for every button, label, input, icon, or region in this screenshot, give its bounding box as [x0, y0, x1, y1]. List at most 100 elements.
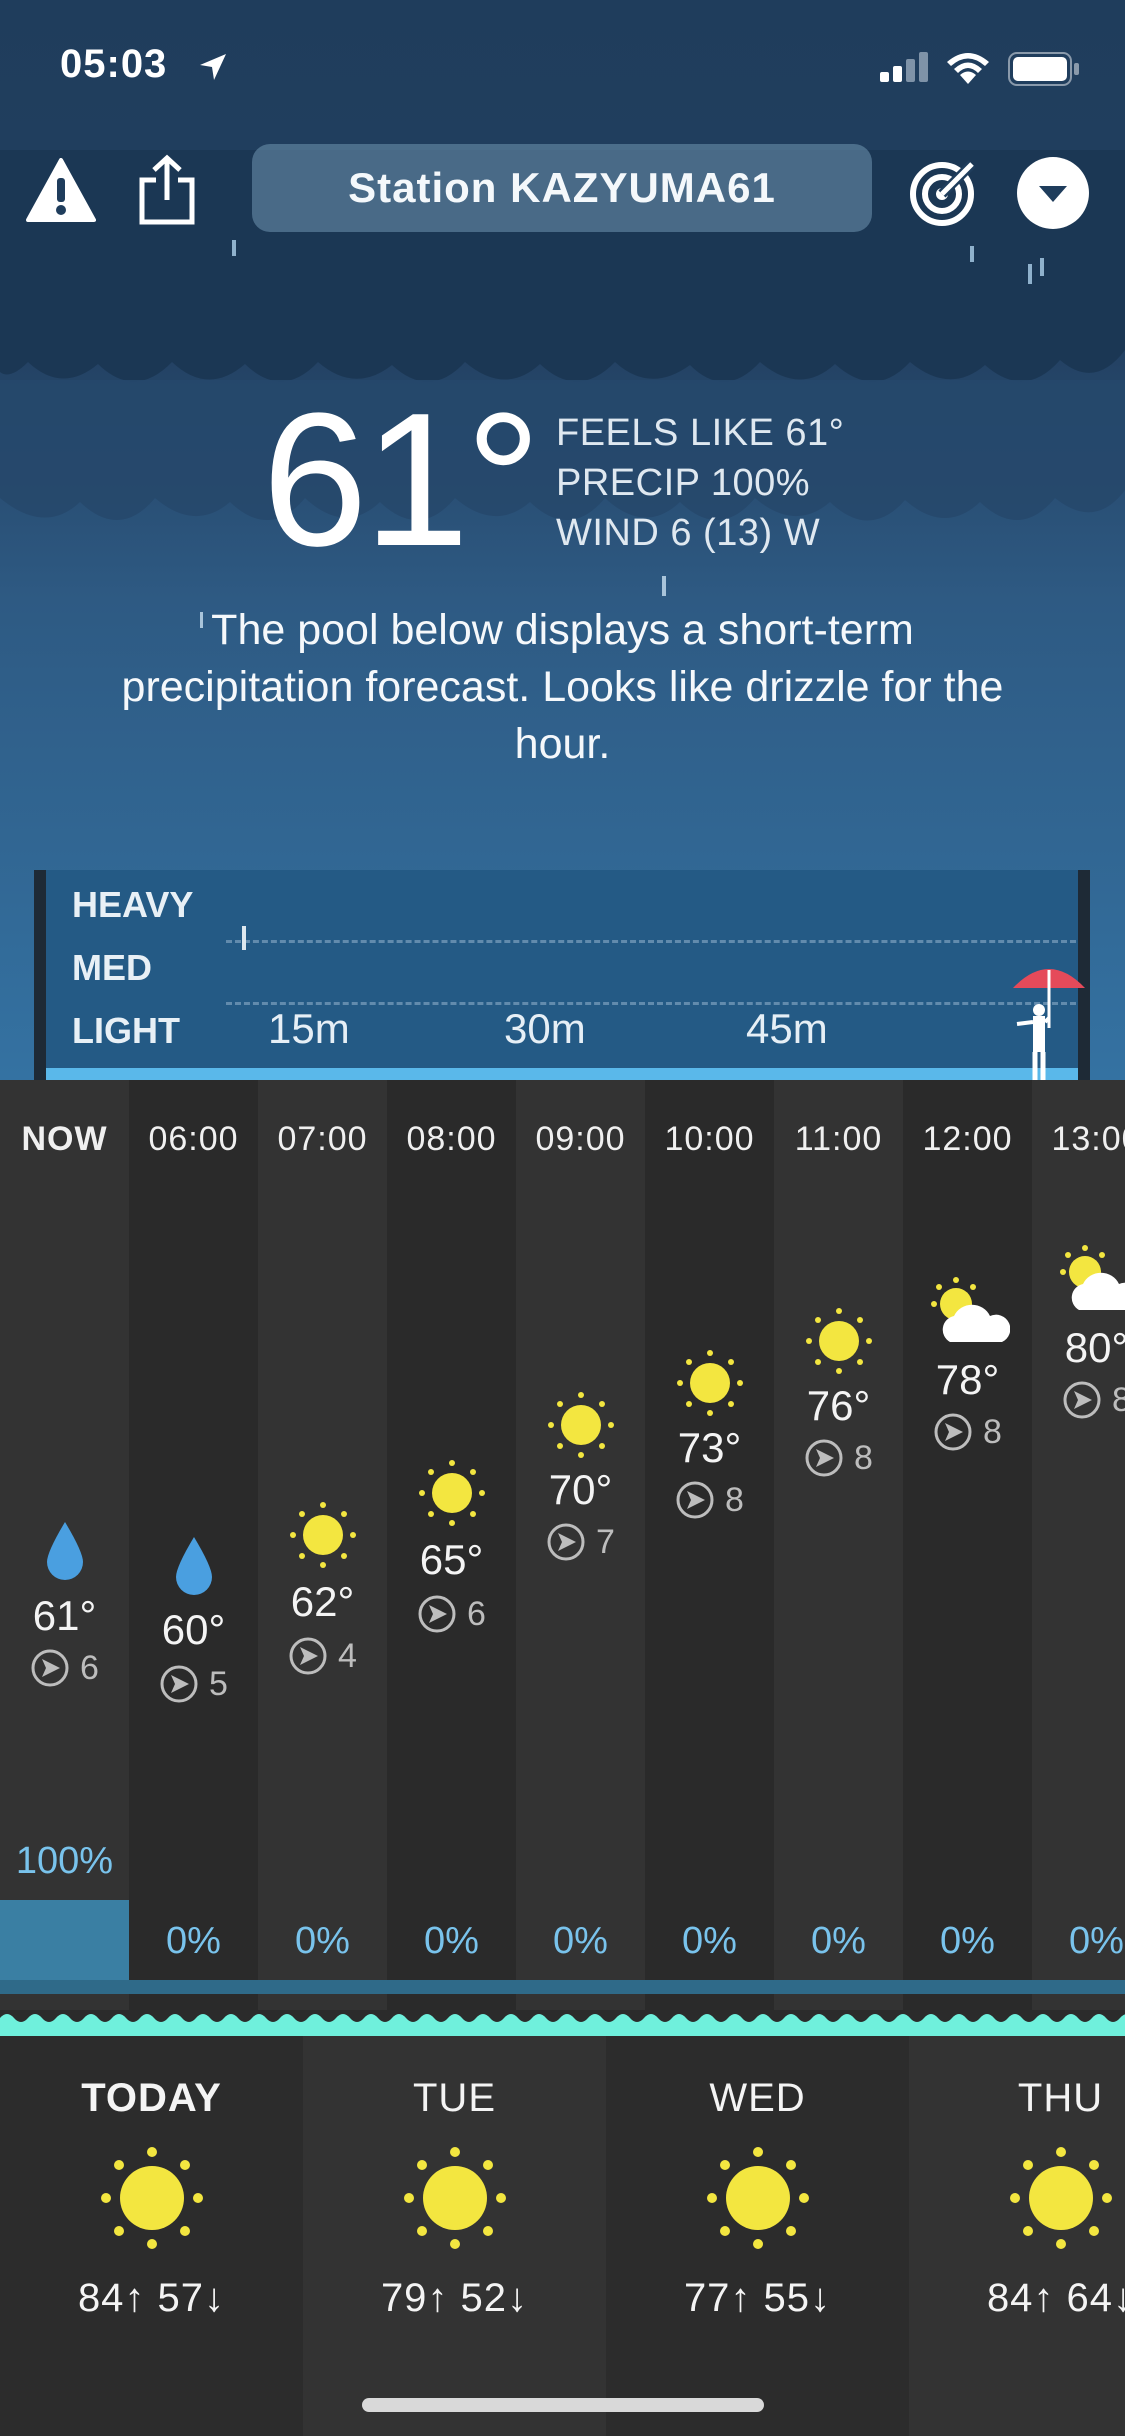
hour-wind: 8: [774, 1438, 903, 1478]
wind-direction-icon: [418, 1595, 456, 1633]
day-temps: 77↑ 55↓: [683, 2276, 832, 2320]
hour-wind: 6: [0, 1648, 129, 1688]
alert-triangle-icon[interactable]: [26, 158, 96, 222]
pool-gridline-med: [226, 1002, 1076, 1005]
rain-drop-icon: [175, 1537, 212, 1595]
hour-time: 10:00: [664, 1120, 755, 1158]
hour-temp: 80°: [1064, 1324, 1125, 1371]
hour-column[interactable]: 12:00 78° 8 0%: [903, 1080, 1032, 2010]
hour-wind: 8: [903, 1412, 1032, 1452]
partly-cloudy-icon: [930, 1277, 1010, 1342]
hour-wind: 7: [516, 1522, 645, 1562]
wind-direction-icon: [289, 1637, 327, 1675]
wind-speed: 8: [725, 1480, 744, 1519]
day-temps: 84↑ 57↓: [77, 2276, 226, 2320]
rain-streak: [232, 240, 236, 256]
hour-temp: 78°: [935, 1356, 1000, 1403]
day-name: TUE: [413, 2076, 496, 2120]
wind-speed: 8: [854, 1438, 873, 1477]
hour-column[interactable]: 07:00 62° 4 0%: [258, 1080, 387, 2010]
wind-speed: 7: [596, 1522, 615, 1561]
wind-direction-icon: [547, 1523, 585, 1561]
rain-streak: [662, 576, 666, 596]
hour-wind: 6: [387, 1594, 516, 1634]
hour-precip: 0%: [682, 1920, 737, 1962]
station-selector[interactable]: Station KAZYUMA61: [252, 144, 872, 232]
chevron-down-icon[interactable]: [1016, 156, 1090, 230]
hour-wind: 4: [258, 1636, 387, 1676]
hour-precip: 0%: [424, 1920, 479, 1962]
hour-precip: 0%: [295, 1920, 350, 1962]
hour-wind: 8: [645, 1480, 774, 1520]
day-temps: 79↑ 52↓: [380, 2276, 529, 2320]
hour-precip: 100%: [15, 1840, 114, 1882]
wind-speed: 5: [209, 1664, 228, 1703]
wind-direction-icon: [160, 1665, 198, 1703]
wifi-icon: [947, 53, 989, 84]
cellular-signal-icon: [880, 52, 928, 82]
share-icon[interactable]: [136, 154, 198, 226]
day-column[interactable]: TODAY 84↑ 57↓: [0, 2036, 303, 2436]
hourly-water-line: [0, 1980, 1125, 1994]
pool-tick-30m: 30m: [504, 1005, 586, 1052]
wind-speed: 8: [983, 1412, 1002, 1451]
umbrella-person-icon: [1013, 969, 1085, 1080]
hour-time: 06:00: [148, 1120, 239, 1158]
pool-tick-45m: 45m: [746, 1005, 828, 1052]
sun-icon: [706, 2147, 809, 2249]
rain-drop-icon: [46, 1522, 83, 1580]
sun-icon: [676, 1350, 743, 1416]
hour-precip: 0%: [1069, 1920, 1124, 1962]
wind-direction-icon: [31, 1649, 69, 1687]
hour-column[interactable]: 13:00 80° 8 0%: [1032, 1080, 1125, 2010]
pool-label-heavy: HEAVY: [72, 884, 194, 925]
day-column[interactable]: WED 77↑ 55↓: [606, 2036, 909, 2436]
day-name: WED: [709, 2076, 806, 2120]
hour-time: 08:00: [406, 1120, 497, 1158]
forecast-summary: The pool below displays a short-term pre…: [121, 606, 1004, 768]
hour-temp: 76°: [806, 1382, 871, 1429]
hour-precip: 0%: [811, 1920, 866, 1962]
hour-precip: 0%: [940, 1920, 995, 1962]
hour-column[interactable]: 11:00 76° 8 0%: [774, 1080, 903, 2010]
current-temperature: 61°: [262, 374, 541, 586]
pool-tick-15m: 15m: [268, 1005, 350, 1052]
hour-temp: 65°: [419, 1536, 484, 1583]
sun-icon: [547, 1392, 614, 1458]
hour-column[interactable]: 09:00 70° 7 0%: [516, 1080, 645, 2010]
hour-temp: 61°: [32, 1592, 97, 1639]
hour-temp: 73°: [677, 1424, 742, 1471]
hour-temp: 62°: [290, 1578, 355, 1625]
sun-icon: [289, 1502, 356, 1568]
pool-label-light: LIGHT: [72, 1010, 180, 1051]
day-column[interactable]: THU 84↑ 64↓: [909, 2036, 1125, 2436]
hour-wind: 5: [129, 1664, 258, 1704]
hour-column[interactable]: 08:00 65° 6 0%: [387, 1080, 516, 2010]
wave-divider: [0, 2010, 1125, 2036]
rain-streak: [1040, 258, 1044, 276]
hour-time: NOW: [21, 1120, 108, 1158]
top-bar: Station KAZYUMA61: [0, 140, 1125, 240]
hour-time: 13:00: [1051, 1120, 1125, 1158]
hour-precip: 0%: [553, 1920, 608, 1962]
sun-icon: [100, 2147, 203, 2249]
hour-wind: 8: [1032, 1380, 1125, 1420]
hourly-forecast[interactable]: NOW 61° 6 100% 06:00 60° 5 0% 07:00 62° …: [0, 1080, 1125, 2010]
hour-temp: 70°: [548, 1466, 613, 1513]
wind-text: WIND 6 (13) W: [556, 512, 821, 554]
home-indicator[interactable]: [362, 2398, 764, 2412]
daily-forecast[interactable]: TODAY 84↑ 57↓ TUE 79↑ 52↓ WED 77↑ 55↓ TH…: [0, 2036, 1125, 2436]
hour-column[interactable]: 06:00 60° 5 0%: [129, 1080, 258, 2010]
sun-icon: [418, 1460, 485, 1526]
day-name: TODAY: [81, 2076, 222, 2120]
status-bar: 05:03: [0, 0, 1125, 140]
current-conditions: FEELS LIKE 61° PRECIP 100% WIND 6 (13) W: [556, 408, 844, 558]
day-name: THU: [1017, 2076, 1104, 2120]
wind-speed: 4: [338, 1636, 357, 1675]
radar-icon[interactable]: [908, 156, 980, 228]
hour-time: 09:00: [535, 1120, 626, 1158]
day-column[interactable]: TUE 79↑ 52↓: [303, 2036, 606, 2436]
wind-speed: 8: [1112, 1380, 1125, 1419]
hour-column[interactable]: NOW 61° 6 100%: [0, 1080, 129, 2010]
hour-column[interactable]: 10:00 73° 8 0%: [645, 1080, 774, 2010]
